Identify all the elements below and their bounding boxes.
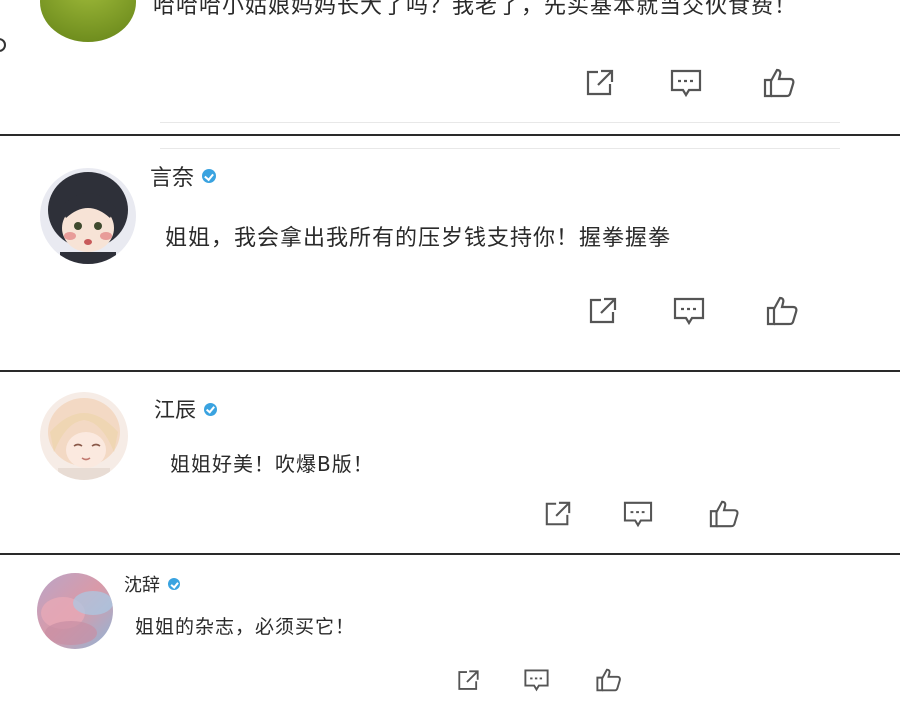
comment-icon [523, 669, 549, 692]
like-button[interactable] [594, 667, 622, 693]
comment-text: 哈哈哈小姑娘妈妈长大了吗？我老了，先买基本就当交伙食费！ [153, 0, 798, 19]
reply-button[interactable] [671, 294, 707, 328]
username-text: 言奈 [150, 166, 195, 191]
share-button[interactable] [585, 294, 621, 328]
thumbs-up-icon [595, 668, 621, 692]
like-button[interactable] [764, 294, 800, 328]
divider [160, 148, 840, 149]
share-button[interactable] [541, 498, 575, 530]
like-button[interactable] [761, 66, 797, 100]
anime-blonde-avatar-icon [40, 392, 128, 480]
thumbs-up-icon [763, 68, 795, 98]
anime-boy-avatar-icon [40, 168, 136, 264]
action-bar [582, 66, 797, 100]
pink-sky-avatar-icon [37, 573, 113, 649]
verified-icon [168, 578, 180, 590]
avatar[interactable] [40, 0, 136, 42]
share-icon [545, 501, 571, 526]
reply-button[interactable] [522, 667, 550, 693]
share-button[interactable] [454, 667, 482, 693]
username[interactable]: 沈辞 [124, 571, 180, 597]
comment-text: 姐姐好美！吹爆B版！ [170, 452, 374, 476]
like-button[interactable] [707, 498, 741, 530]
reply-button[interactable] [621, 498, 655, 530]
username-text: 江辰 [154, 398, 196, 422]
comment-card-2: 江辰 姐姐好美！吹爆B版！ [0, 370, 900, 554]
share-icon [589, 297, 617, 324]
action-bar [585, 294, 800, 328]
comment-card-0: 哈哈哈小姑娘妈妈长大了吗？我老了，先买基本就当交伙食费！ [0, 0, 900, 134]
comment-card-3: 沈辞 姐姐的杂志，必须买它！ [0, 553, 900, 702]
action-bar [541, 498, 741, 530]
thumbs-up-icon [766, 296, 798, 326]
username[interactable]: 江辰 [154, 394, 217, 424]
avatar[interactable] [40, 168, 136, 264]
comment-icon [670, 69, 702, 98]
share-icon [586, 69, 614, 96]
verified-icon [204, 402, 217, 416]
comment-text: 姐姐，我会拿出我所有的压岁钱支持你！握拳握拳 [165, 226, 672, 251]
username[interactable]: 言奈 [150, 160, 217, 192]
share-button[interactable] [582, 66, 618, 100]
avatar[interactable] [40, 392, 128, 480]
comment-card-1: 言奈 姐姐，我会拿出我所有的压岁钱支持你！握拳握拳 [0, 134, 900, 371]
edge-fragment [0, 38, 6, 52]
share-icon [457, 669, 479, 690]
comment-icon [673, 297, 705, 326]
comment-icon [623, 501, 653, 528]
thumbs-up-icon [709, 500, 739, 528]
avatar[interactable] [37, 573, 113, 649]
comment-text: 姐姐的杂志，必须买它！ [135, 616, 356, 638]
verified-icon [202, 169, 217, 183]
action-bar [454, 667, 622, 693]
username-text: 沈辞 [124, 575, 160, 596]
green-landscape-avatar-icon [40, 0, 136, 42]
divider [160, 122, 840, 123]
reply-button[interactable] [668, 66, 704, 100]
